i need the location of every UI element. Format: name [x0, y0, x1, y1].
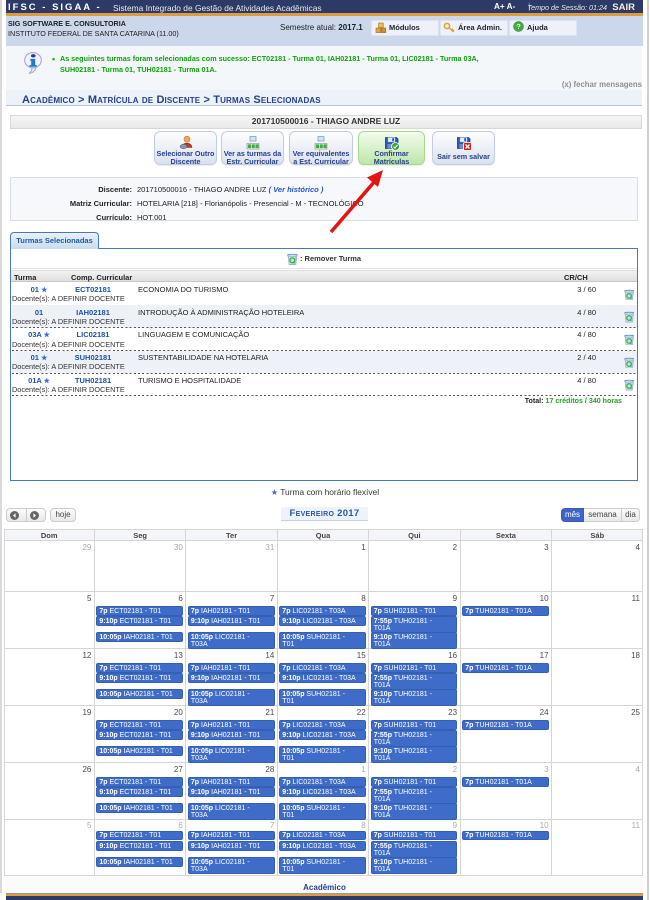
svg-text:?: ?: [516, 22, 521, 31]
